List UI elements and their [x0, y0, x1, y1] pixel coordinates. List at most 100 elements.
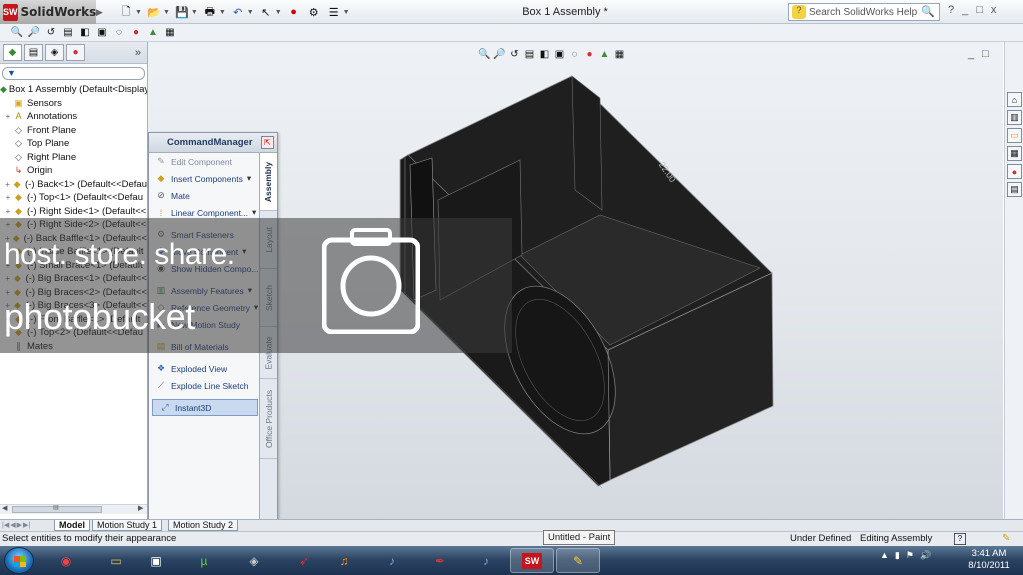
chevron-down-icon[interactable]: ▼ — [275, 9, 282, 16]
start-button[interactable] — [4, 547, 34, 574]
tree-node[interactable]: ◆ Box 1 Assembly (Default<Display — [0, 83, 147, 97]
chevron-down-icon[interactable]: ▾ — [248, 285, 252, 296]
appearance-manager-tab[interactable]: ● — [66, 44, 85, 61]
viewport-minimize-button[interactable]: _ — [968, 48, 974, 60]
appearances-icon[interactable]: ● — [1007, 164, 1022, 179]
show-hidden-icons-icon[interactable]: ▲ — [880, 550, 889, 561]
section-view-icon[interactable]: ▤ — [523, 48, 536, 61]
taskbar-media-button[interactable]: ▣ — [134, 548, 178, 573]
design-library-icon[interactable]: ▥ — [1007, 110, 1022, 125]
tree-filter[interactable]: ▼ — [2, 67, 145, 80]
flag-icon[interactable]: ⚑ — [906, 550, 914, 561]
tab-model[interactable]: Model — [54, 520, 90, 531]
taskbar-explorer-button[interactable]: ▭ — [94, 548, 138, 573]
zoom-area-icon[interactable]: 🔎 — [493, 48, 506, 61]
tab-motion-study-1[interactable]: Motion Study 1 — [92, 520, 163, 531]
view-settings-icon[interactable]: ▦ — [163, 25, 177, 39]
cm-tab-sketch[interactable]: Sketch — [260, 269, 277, 327]
save-icon[interactable]: 💾 — [174, 4, 190, 20]
feature-manager-tab[interactable]: ◆ — [3, 44, 22, 61]
command-explode-line-sketch[interactable]: ⟋ Explode Line Sketch — [149, 377, 259, 394]
hide-show-icon[interactable]: ◌ — [112, 25, 126, 39]
taskbar-sound-button[interactable]: ♫ — [322, 548, 366, 573]
zoom-area-icon[interactable]: 🔎 — [27, 25, 41, 39]
edit-appearance-icon[interactable]: ● — [129, 25, 143, 39]
property-manager-tab[interactable]: ▤ — [24, 44, 43, 61]
last-tab-icon[interactable]: ▶| — [23, 521, 30, 529]
taskbar-solidworks-button[interactable]: SW — [510, 548, 554, 573]
close-button[interactable]: x — [991, 4, 997, 16]
view-orientation-icon[interactable]: ◧ — [538, 48, 551, 61]
command-linear-pattern[interactable]: ⁞ Linear Component... ▾ — [149, 204, 259, 221]
cm-tab-assembly[interactable]: Assembly — [260, 153, 277, 211]
taskbar-itunes2-button[interactable]: ♪ — [464, 548, 508, 573]
clock[interactable]: 3:41 AM 8/10/2011 — [958, 548, 1020, 572]
tree-node[interactable]: ∥ Mates — [0, 340, 147, 354]
open-folder-icon[interactable]: 📂 — [146, 4, 162, 20]
command-manager-header[interactable]: CommandManager ⇱ — [149, 133, 277, 153]
undo-icon[interactable]: ↶ — [230, 4, 246, 20]
taskbar-chrome-button[interactable]: ◉ — [44, 548, 88, 573]
expand-icon[interactable]: + — [4, 178, 11, 192]
expand-icon[interactable]: + — [4, 272, 11, 286]
apply-scene-icon[interactable]: ▲ — [598, 48, 611, 61]
expand-icon[interactable]: + — [4, 218, 12, 232]
taskbar-utorrent-button[interactable]: µ — [182, 548, 226, 573]
select-arrow-icon[interactable]: ↖ — [258, 4, 274, 20]
previous-view-icon[interactable]: ↺ — [44, 25, 58, 39]
tree-node[interactable]: + ◆ (-) Big Braces<1> (Default<< — [0, 272, 147, 286]
view-settings-icon[interactable]: ▦ — [613, 48, 626, 61]
menu-expand-icon[interactable]: ▶ — [96, 0, 104, 24]
network-icon[interactable]: ▮ — [895, 550, 900, 561]
scroll-left-icon[interactable]: ◀ — [2, 504, 7, 512]
cm-tab-layout[interactable]: Layout — [260, 211, 277, 269]
file-explorer-icon[interactable]: ▭ — [1007, 128, 1022, 143]
tab-motion-study-2[interactable]: Motion Study 2 — [168, 520, 239, 531]
command-edit-component[interactable]: ✎ Edit Component — [149, 153, 259, 170]
chevron-down-icon[interactable]: ▼ — [343, 9, 350, 16]
print-icon[interactable]: 🖶 — [202, 4, 218, 20]
chevron-down-icon[interactable]: ▾ — [242, 246, 246, 257]
help-menu-button[interactable]: ? — [948, 4, 954, 16]
tree-node[interactable]: ◇ Right Plane — [0, 151, 147, 165]
expand-icon[interactable]: + — [4, 191, 12, 205]
chevron-down-icon[interactable]: ▼ — [191, 9, 198, 16]
view-palette-icon[interactable]: ▦ — [1007, 146, 1022, 161]
command-instant3d[interactable]: ⤢ Instant3D — [152, 399, 258, 416]
section-view-icon[interactable]: ▤ — [61, 25, 75, 39]
viewport-restore-button[interactable]: □ — [982, 48, 989, 60]
new-document-icon[interactable]: 🗋 — [118, 4, 134, 20]
command-exploded-view[interactable]: ❖ Exploded View — [149, 360, 259, 377]
command-insert-components[interactable]: ◆ Insert Components ▾ — [149, 170, 259, 187]
edit-appearance-icon[interactable]: ● — [583, 48, 596, 61]
zoom-to-fit-icon[interactable]: 🔍 — [478, 48, 491, 61]
prev-tab-icon[interactable]: ◀ — [10, 521, 15, 529]
apply-scene-icon[interactable]: ▲ — [146, 25, 160, 39]
view-orientation-icon[interactable]: ◧ — [78, 25, 92, 39]
chevron-down-icon[interactable]: ▼ — [247, 9, 254, 16]
chevron-down-icon[interactable]: ▼ — [135, 9, 142, 16]
taskbar-game-button[interactable]: ◈ — [232, 548, 276, 573]
first-tab-icon[interactable]: |◀ — [2, 521, 9, 529]
chevron-down-icon[interactable]: ▼ — [219, 9, 226, 16]
search-icon[interactable]: 🔍 — [921, 5, 935, 18]
minimize-button[interactable]: _ — [962, 4, 968, 16]
custom-properties-icon[interactable]: ▤ — [1007, 182, 1022, 197]
tree-node[interactable]: + ◆ (-) Right Side<1> (Default<< — [0, 205, 147, 219]
display-style-icon[interactable]: ▣ — [553, 48, 566, 61]
chevron-down-icon[interactable]: ▾ — [247, 173, 251, 184]
options-icon[interactable]: ⚙ — [306, 4, 322, 20]
tree-node[interactable]: ◇ Front Plane — [0, 124, 147, 138]
tree-node[interactable]: + ◆ (-) Back<1> (Default<<Defau — [0, 178, 147, 192]
volume-icon[interactable]: 🔊 — [920, 550, 931, 561]
tree-node[interactable]: + ◆ (-) Top<1> (Default<<Defau — [0, 191, 147, 205]
chevron-down-icon[interactable]: ▾ — [254, 302, 258, 313]
help-search-input[interactable]: ? Search SolidWorks Help 🔍 — [788, 3, 940, 21]
tree-node[interactable]: ▣ Sensors — [0, 97, 147, 111]
taskbar-pen-button[interactable]: ✒ — [418, 548, 462, 573]
expand-icon[interactable]: + — [4, 110, 12, 124]
expand-icon[interactable]: + — [4, 205, 12, 219]
display-style-icon[interactable]: ▣ — [95, 25, 109, 39]
scroll-thumb[interactable]: III — [12, 505, 102, 513]
rebuild-icon[interactable]: ✎ — [1002, 532, 1010, 546]
